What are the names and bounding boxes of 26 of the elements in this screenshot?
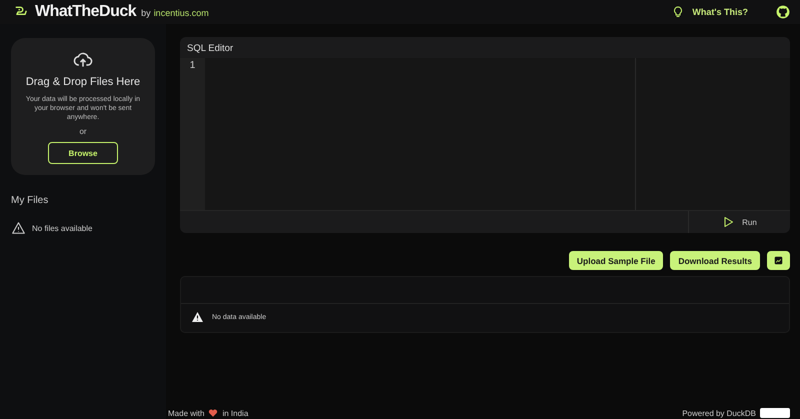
duckdb-badge xyxy=(760,408,790,418)
drop-title: Drag & Drop Files Here xyxy=(26,76,140,88)
warning-icon xyxy=(11,221,26,235)
warning-icon xyxy=(191,311,204,323)
browse-button[interactable]: Browse xyxy=(48,142,118,164)
empty-files-text: No files available xyxy=(32,224,92,232)
line-number: 1 xyxy=(188,59,196,71)
run-button[interactable]: Run xyxy=(688,211,790,233)
chart-icon xyxy=(774,256,783,265)
github-icon[interactable] xyxy=(776,5,790,19)
footer-text: Made with xyxy=(168,408,204,418)
action-button[interactable]: Upload Sample File xyxy=(568,251,664,270)
or-text: or xyxy=(79,127,87,136)
powered-by-text: Powered by DuckDB xyxy=(682,408,756,418)
action-button[interactable]: Download Results xyxy=(670,251,760,270)
incentius-link[interactable]: incentius.com xyxy=(154,8,209,18)
byline-text: by xyxy=(141,8,151,18)
footer-text: in India xyxy=(222,408,248,418)
files-heading: My Files xyxy=(11,195,50,206)
chart-button[interactable] xyxy=(767,251,790,270)
editor-title: SQL Editor xyxy=(186,42,234,56)
lightbulb-icon xyxy=(672,5,684,19)
play-icon xyxy=(722,216,734,228)
app-name: WhatTheDuck xyxy=(35,3,136,21)
heart-icon xyxy=(208,408,218,418)
whats-this-link[interactable]: What's This? xyxy=(692,7,748,17)
